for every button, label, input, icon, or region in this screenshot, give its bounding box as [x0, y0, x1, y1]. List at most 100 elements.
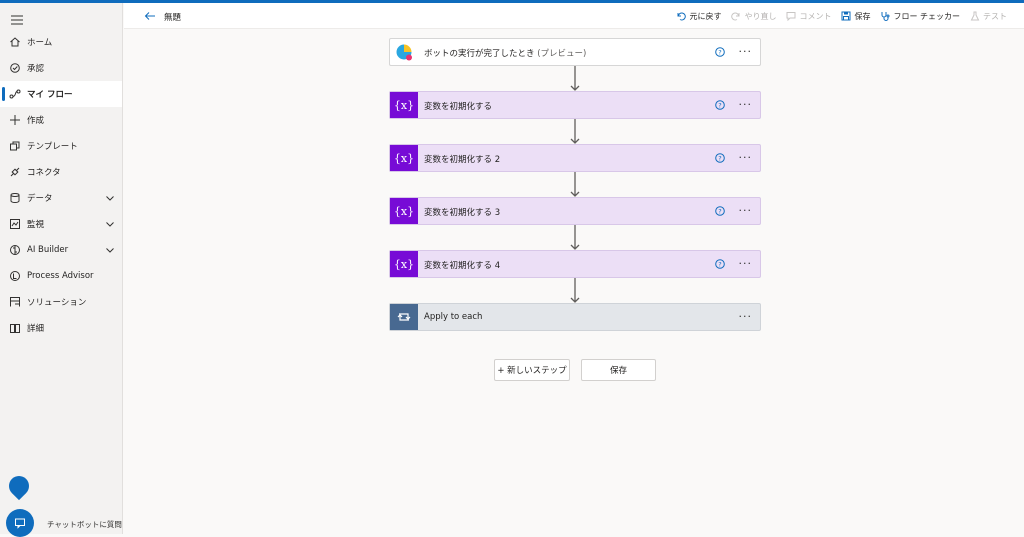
connectors-icon: [9, 166, 21, 178]
learn-icon: [9, 322, 21, 334]
nav-list: ホーム 承認 マイ フロー 作成 テンプレート コネクタ データ 監視 AI B…: [0, 29, 122, 341]
more-options-icon[interactable]: ···: [739, 257, 753, 270]
help-icon[interactable]: ?: [715, 259, 725, 269]
nav-item-process-advisor[interactable]: Process Advisor: [0, 263, 122, 289]
nav-item-data[interactable]: データ: [0, 185, 122, 211]
flow-checker-label: フロー チェッカー: [893, 11, 960, 21]
chevron-down-icon[interactable]: [105, 193, 115, 203]
nav-label: 承認: [27, 64, 45, 74]
svg-text:?: ?: [718, 261, 721, 269]
step-title: 変数を初期化する 3: [424, 208, 501, 218]
loop-title: Apply to each: [424, 312, 483, 322]
nav-label: ホーム: [27, 38, 53, 48]
connector-arrow: [570, 66, 580, 92]
nav-item-home[interactable]: ホーム: [0, 29, 122, 55]
variable-icon: {x}: [390, 198, 418, 224]
connector-arrow: [570, 172, 580, 198]
chatbot-label[interactable]: チャットボットに質問: [47, 519, 122, 530]
process-advisor-icon: [9, 270, 21, 282]
connector-arrow: [570, 278, 580, 304]
redo-button[interactable]: やり直し: [731, 11, 776, 22]
hamburger-menu-icon[interactable]: [10, 14, 24, 26]
ai-builder-icon: [9, 244, 21, 256]
nav-item-monitor[interactable]: 監視: [0, 211, 122, 237]
nav-label: 監視: [27, 220, 45, 230]
comment-label: コメント: [799, 11, 832, 21]
save-toolbar-button[interactable]: 保存: [841, 11, 870, 22]
more-options-icon[interactable]: ···: [739, 98, 753, 111]
new-step-button[interactable]: + 新しいステップ: [494, 359, 570, 381]
trigger-card[interactable]: ボットの実行が完了したとき (プレビュー) ? ···: [389, 38, 761, 66]
step-title: 変数を初期化する 2: [424, 155, 501, 165]
nav-label: 作成: [27, 116, 45, 126]
flask-icon: [970, 11, 980, 21]
help-icon[interactable]: ?: [715, 100, 725, 110]
init-variable-card[interactable]: {x} 変数を初期化する 4 ? ···: [389, 250, 761, 278]
create-icon: [9, 114, 21, 126]
svg-text:{x}: {x}: [394, 99, 414, 112]
flow-checker-button[interactable]: フロー チェッカー: [880, 11, 960, 22]
chatbot-button[interactable]: [6, 509, 34, 537]
flow-title[interactable]: 無題: [164, 11, 181, 23]
test-label: テスト: [983, 11, 1007, 21]
back-arrow-icon[interactable]: [144, 11, 156, 21]
svg-text:{x}: {x}: [394, 258, 414, 271]
undo-button[interactable]: 元に戻す: [676, 11, 721, 22]
undo-icon: [676, 11, 687, 21]
comment-icon: [786, 11, 796, 21]
save-icon: [841, 11, 851, 21]
nav-item-solutions[interactable]: ソリューション: [0, 289, 122, 315]
more-options-icon[interactable]: ···: [739, 45, 753, 58]
loop-icon: [390, 304, 418, 330]
nav-item-connectors[interactable]: コネクタ: [0, 159, 122, 185]
svg-text:?: ?: [718, 208, 721, 216]
svg-text:?: ?: [718, 155, 721, 163]
nav-label: テンプレート: [27, 142, 78, 152]
more-options-icon[interactable]: ···: [739, 204, 753, 217]
connector-arrow: [570, 225, 580, 251]
approvals-icon: [9, 62, 21, 74]
monitor-icon: [9, 218, 21, 230]
svg-text:{x}: {x}: [394, 205, 414, 218]
nav-item-ai-builder[interactable]: AI Builder: [0, 237, 122, 263]
nav-item-my-flows[interactable]: マイ フロー: [0, 81, 122, 107]
more-options-icon[interactable]: ···: [739, 310, 753, 323]
nav-label: マイ フロー: [27, 90, 73, 100]
more-options-icon[interactable]: ···: [739, 151, 753, 164]
init-variable-card[interactable]: {x} 変数を初期化する ? ···: [389, 91, 761, 119]
help-icon[interactable]: ?: [715, 206, 725, 216]
connector-arrow: [570, 119, 580, 145]
chat-bubble-icon: [4, 471, 34, 501]
nav-item-approvals[interactable]: 承認: [0, 55, 122, 81]
nav-item-learn[interactable]: 詳細: [0, 315, 122, 341]
left-nav: ホーム 承認 マイ フロー 作成 テンプレート コネクタ データ 監視 AI B…: [0, 3, 123, 537]
comment-button[interactable]: コメント: [786, 11, 831, 22]
templates-icon: [9, 140, 21, 152]
variable-icon: {x}: [390, 92, 418, 118]
redo-icon: [731, 11, 741, 21]
help-icon[interactable]: ?: [715, 153, 725, 163]
nav-label: ソリューション: [27, 298, 87, 308]
stethoscope-icon: [880, 11, 890, 21]
nav-item-create[interactable]: 作成: [0, 107, 122, 133]
svg-text:{x}: {x}: [394, 152, 414, 165]
nav-label: 詳細: [27, 324, 45, 334]
help-icon[interactable]: ?: [715, 47, 725, 57]
variable-icon: {x}: [390, 145, 418, 171]
svg-text:?: ?: [718, 49, 721, 57]
init-variable-card[interactable]: {x} 変数を初期化する 3 ? ···: [389, 197, 761, 225]
top-accent-bar: [0, 0, 1024, 3]
data-icon: [9, 192, 21, 204]
apply-to-each-card[interactable]: Apply to each ···: [389, 303, 761, 331]
home-icon: [9, 36, 21, 48]
solutions-icon: [9, 296, 21, 308]
test-button[interactable]: テスト: [970, 11, 1007, 22]
nav-item-templates[interactable]: テンプレート: [0, 133, 122, 159]
redo-label: やり直し: [744, 11, 777, 21]
save-button[interactable]: 保存: [581, 359, 656, 381]
copilot-bot-icon: [390, 39, 418, 65]
chevron-down-icon[interactable]: [105, 219, 115, 229]
chevron-down-icon[interactable]: [105, 245, 115, 255]
init-variable-card[interactable]: {x} 変数を初期化する 2 ? ···: [389, 144, 761, 172]
command-bar: 無題 元に戻す やり直し コメント 保存 フロー チェッカー テスト: [124, 3, 1024, 29]
